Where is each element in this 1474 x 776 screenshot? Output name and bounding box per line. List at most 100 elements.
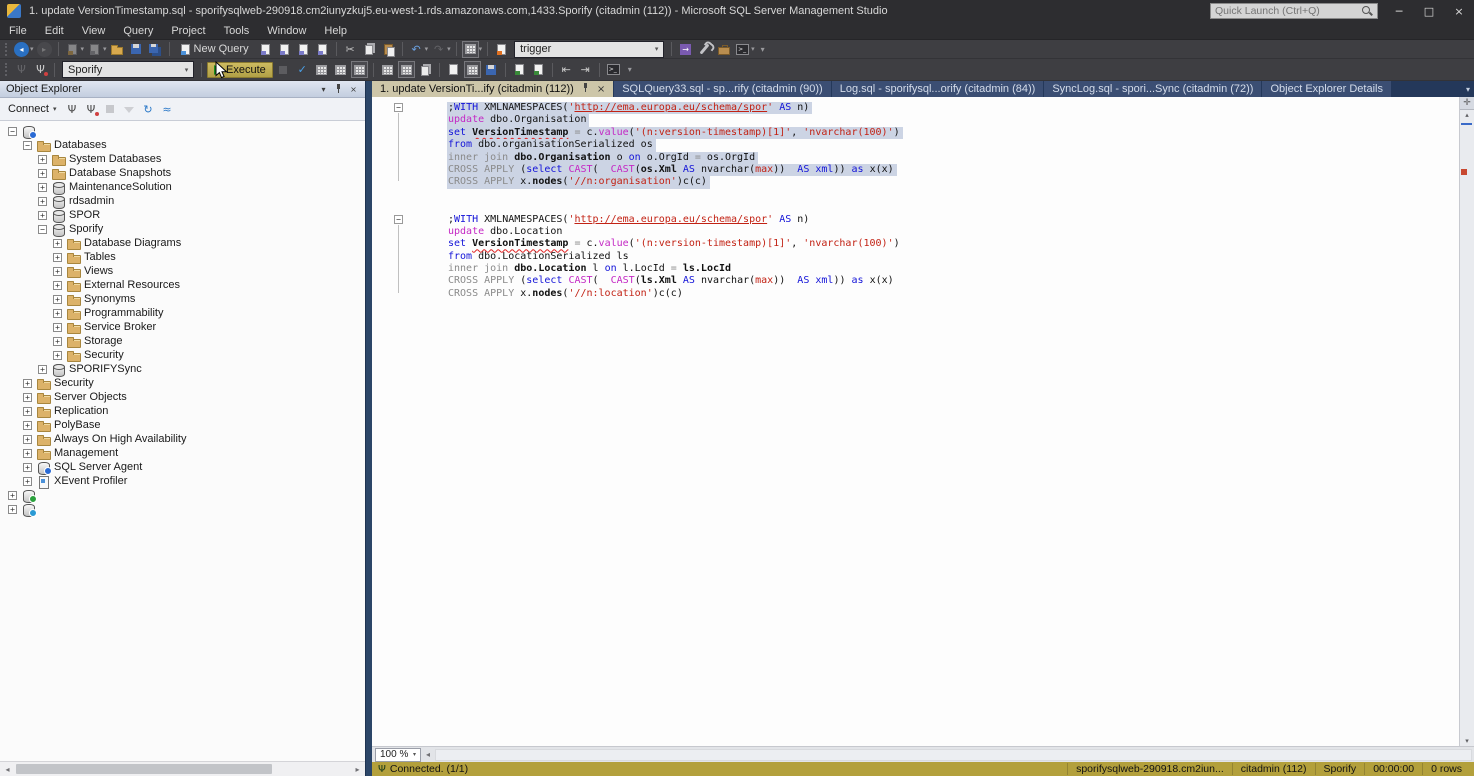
scrollbar-thumb[interactable]	[16, 764, 272, 774]
tab-4[interactable]: SyncLog.sql - spori...Sync (citadmin (72…	[1044, 81, 1261, 97]
expand-icon[interactable]: +	[53, 281, 62, 290]
new-dax-query-icon[interactable]	[314, 41, 331, 58]
expand-icon[interactable]: +	[23, 463, 32, 472]
zoom-selector[interactable]: 100 % ▾	[375, 748, 421, 762]
navigate-to-icon[interactable]	[677, 41, 694, 58]
tree-item-storage[interactable]: +Storage	[0, 334, 365, 348]
new-query-template-dropdown-icon[interactable]: ▾	[81, 45, 85, 53]
expand-icon[interactable]: +	[38, 155, 47, 164]
tab-1[interactable]: 1. update VersionTi...ify (citadmin (112…	[372, 81, 613, 97]
cut-icon[interactable]: ✂	[342, 41, 359, 58]
expand-icon[interactable]: +	[53, 351, 62, 360]
include-live-query-statistics-icon[interactable]	[398, 61, 415, 78]
tab-list-dropdown-icon[interactable]: ▾	[1466, 85, 1470, 94]
menu-view[interactable]: View	[73, 22, 115, 40]
minimize-button[interactable]: ─	[1384, 0, 1414, 22]
tree-item-sporify[interactable]: −Sporify	[0, 222, 365, 236]
scroll-left-icon[interactable]: ◂	[421, 750, 435, 759]
expand-icon[interactable]: +	[53, 267, 62, 276]
query-plan-icon[interactable]	[417, 61, 434, 78]
menu-edit[interactable]: Edit	[36, 22, 73, 40]
expand-icon[interactable]: +	[23, 379, 32, 388]
fold-collapse-icon[interactable]: −	[394, 215, 403, 224]
new-query-button[interactable]: New Query	[175, 42, 255, 56]
expand-icon[interactable]: +	[38, 365, 47, 374]
tree-item-database-diagrams[interactable]: +Database Diagrams	[0, 236, 365, 250]
uncomment-selection-icon[interactable]	[530, 61, 547, 78]
editor-vscrollbar[interactable]: ✛ ▴ ▾	[1459, 97, 1474, 746]
expand-icon[interactable]: +	[8, 505, 17, 514]
tab-2[interactable]: SQLQuery33.sql - sp...rify (citadmin (90…	[614, 81, 831, 97]
tree-item-server[interactable]: −	[0, 124, 365, 138]
refresh-icon[interactable]: ↻	[140, 101, 157, 118]
new-mdx-query-icon[interactable]	[257, 41, 274, 58]
properties-wrench-icon[interactable]	[696, 41, 713, 58]
tab-5[interactable]: Object Explorer Details	[1262, 81, 1391, 97]
expand-icon[interactable]: +	[8, 491, 17, 500]
tree-item-management[interactable]: +Management	[0, 446, 365, 460]
increase-indent-icon[interactable]: ⇥	[577, 61, 594, 78]
sqlcmd-mode-icon[interactable]	[605, 61, 622, 78]
toolbox-icon[interactable]	[715, 41, 732, 58]
include-actual-plan-icon[interactable]	[351, 61, 368, 78]
menu-project[interactable]: Project	[162, 22, 214, 40]
add-item-icon[interactable]	[86, 41, 103, 58]
redo-dropdown-icon[interactable]: ▾	[447, 45, 451, 53]
stop-icon[interactable]: Ψ	[83, 101, 100, 118]
tree-item-tables[interactable]: +Tables	[0, 250, 365, 264]
comment-selection-icon[interactable]	[511, 61, 528, 78]
tree-item-security[interactable]: +Security	[0, 348, 365, 362]
expand-icon[interactable]: +	[53, 239, 62, 248]
expand-icon[interactable]: +	[53, 295, 62, 304]
expand-icon[interactable]: +	[38, 197, 47, 206]
redo-icon[interactable]: ↷	[430, 41, 447, 58]
change-connection-icon[interactable]: Ψ	[32, 61, 49, 78]
undo-icon[interactable]: ↶	[408, 41, 425, 58]
tree-item-synonyms[interactable]: +Synonyms	[0, 292, 365, 306]
expand-icon[interactable]: +	[23, 449, 32, 458]
expand-icon[interactable]: +	[23, 421, 32, 430]
tree-item-maintenancesolution[interactable]: +MaintenanceSolution	[0, 180, 365, 194]
tree-item-database-snapshots[interactable]: +Database Snapshots	[0, 166, 365, 180]
tree-item-server-objects[interactable]: +Server Objects	[0, 390, 365, 404]
decrease-indent-icon[interactable]: ⇤	[558, 61, 575, 78]
quick-launch-box[interactable]	[1210, 3, 1378, 19]
expand-icon[interactable]: +	[23, 393, 32, 402]
template-parameters-icon[interactable]	[493, 41, 510, 58]
connect-icon[interactable]: Ψ	[13, 61, 30, 78]
results-to-file-icon[interactable]	[483, 61, 500, 78]
connect-button[interactable]: Connect▾	[4, 103, 63, 115]
tree-item-sporifysync[interactable]: +SPORIFYSync	[0, 362, 365, 376]
expand-icon[interactable]: +	[53, 323, 62, 332]
quick-launch-input[interactable]	[1211, 5, 1361, 17]
scroll-left-icon[interactable]: ◂	[0, 762, 15, 776]
tree-item-spor[interactable]: +SPOR	[0, 208, 365, 222]
sql-editor[interactable]: ;WITH XMLNAMESPACES('http://ema.europa.e…	[372, 97, 1474, 746]
navigate-forward-icon[interactable]: ▸	[36, 41, 53, 58]
display-estimated-plan-icon[interactable]	[313, 61, 330, 78]
expand-icon[interactable]: +	[53, 253, 62, 262]
navigate-backward-icon[interactable]: ◂	[13, 41, 30, 58]
object-explorer-hscrollbar[interactable]: ◂ ▸	[0, 761, 365, 776]
tree-item-server[interactable]: +	[0, 488, 365, 502]
open-file-icon[interactable]	[109, 41, 126, 58]
close-panel-icon[interactable]: ×	[346, 85, 361, 94]
query-options-icon[interactable]	[332, 61, 349, 78]
scroll-right-icon[interactable]: ▸	[350, 762, 365, 776]
scroll-up-icon[interactable]: ▴	[1460, 111, 1474, 119]
pin-icon[interactable]	[581, 82, 591, 96]
save-all-icon[interactable]	[147, 41, 164, 58]
results-to-grid-icon[interactable]	[464, 61, 481, 78]
disconnect-icon[interactable]: Ψ	[64, 101, 81, 118]
copy-icon[interactable]	[361, 41, 378, 58]
query-toolbar-options-icon[interactable]: ▾	[628, 65, 632, 74]
expand-icon[interactable]: +	[23, 477, 32, 486]
tree-item-sql-server-agent[interactable]: +SQL Server Agent	[0, 460, 365, 474]
expand-icon[interactable]: +	[38, 183, 47, 192]
add-item-dropdown-icon[interactable]: ▾	[103, 45, 107, 53]
tree-item-replication[interactable]: +Replication	[0, 404, 365, 418]
database-combo[interactable]: Sporify▾	[62, 61, 194, 78]
menu-query[interactable]: Query	[114, 22, 162, 40]
expand-icon[interactable]: +	[38, 211, 47, 220]
fold-collapse-icon[interactable]: −	[394, 103, 403, 112]
